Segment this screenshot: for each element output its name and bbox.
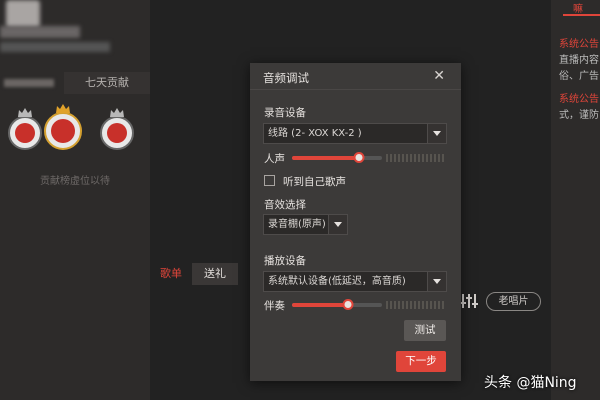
left-panel: 七天贡献 贡献榜虚位以待 <box>0 0 150 400</box>
system-notice-1-line1: 直播内容 <box>559 55 599 66</box>
monitor-checkbox[interactable] <box>264 175 275 186</box>
voice-label: 人声 <box>264 153 285 165</box>
accompaniment-slider[interactable] <box>292 299 382 311</box>
playback-device-select[interactable]: 系统默认设备(低延迟，高音质) <box>263 271 447 292</box>
right-panel-tab[interactable]: 嘛 <box>563 0 600 16</box>
accompaniment-level-meter <box>386 301 446 309</box>
rank-3-seat-icon <box>107 123 127 143</box>
next-step-button[interactable]: 下一步 <box>396 351 446 372</box>
system-notice-1-line2: 俗、广告 <box>559 71 599 82</box>
silver-crown-icon <box>18 108 32 117</box>
blurred-username <box>0 26 80 38</box>
chevron-down-icon <box>427 272 446 291</box>
dialog-title: 音频调试 <box>263 71 309 85</box>
rank-2-seat[interactable] <box>8 108 42 150</box>
rank-3-seat[interactable] <box>100 108 134 150</box>
blurred-tab-label <box>4 79 54 87</box>
app-root: 七天贡献 贡献榜虚位以待 歌单 送礼 嘛 系统公告 直播内容 俗、广告 系统公告… <box>0 0 600 400</box>
blurred-avatar <box>6 0 40 28</box>
gold-crown-icon <box>56 104 70 113</box>
playback-device-value: 系统默认设备(低延迟，高音质) <box>268 276 406 287</box>
bronze-crown-icon <box>110 108 124 117</box>
playback-device-label: 播放设备 <box>264 255 306 267</box>
dialog-header: 音频调试 ✕ <box>250 63 461 90</box>
rank-empty-text: 贡献榜虚位以待 <box>40 176 110 187</box>
voice-level-meter <box>386 154 446 162</box>
effect-value: 录音棚(原声) <box>268 219 326 230</box>
right-panel: 嘛 系统公告 直播内容 俗、广告 系统公告 式，谨防 <box>551 0 600 400</box>
bottom-tabs: 歌单 送礼 <box>150 263 238 285</box>
voice-slider-fill <box>292 156 359 160</box>
accompaniment-slider-thumb[interactable] <box>342 299 354 310</box>
tab-7day-contribution[interactable]: 七天贡献 <box>64 72 150 94</box>
accompaniment-label: 伴奏 <box>264 300 285 312</box>
tab-send-gift[interactable]: 送礼 <box>192 263 238 285</box>
recording-device-select[interactable]: 线路 (2- XOX KX-2 ) <box>263 123 447 144</box>
chevron-down-icon <box>328 215 347 234</box>
recording-device-value: 线路 (2- XOX KX-2 ) <box>268 128 362 139</box>
watermark: 头条 @猫Ning <box>484 375 577 391</box>
blurred-info <box>0 42 110 52</box>
system-notice-1-title: 系统公告 <box>559 39 599 50</box>
audio-debug-dialog: 音频调试 ✕ 录音设备 线路 (2- XOX KX-2 ) 人声 听到自己歌声 … <box>250 63 461 381</box>
chevron-down-icon <box>427 124 446 143</box>
monitor-checkbox-label: 听到自己歌声 <box>283 176 346 188</box>
contribution-tabs: 七天贡献 <box>0 72 150 94</box>
voice-slider-thumb[interactable] <box>353 152 365 163</box>
contribution-ranks <box>0 104 150 164</box>
accompaniment-slider-fill <box>292 303 348 307</box>
tab-song-list[interactable]: 歌单 <box>150 263 192 285</box>
test-button[interactable]: 测试 <box>404 320 446 341</box>
effect-label: 音效选择 <box>264 199 306 211</box>
rank-2-seat-icon <box>15 123 35 143</box>
tab-daily-contribution[interactable] <box>0 72 64 94</box>
system-notice-2-title: 系统公告 <box>559 94 599 105</box>
rank-1-seat-icon <box>51 119 75 143</box>
recording-device-label: 录音设备 <box>264 107 306 119</box>
rank-1-seat[interactable] <box>44 104 82 150</box>
old-record-button[interactable]: 老唱片 <box>486 292 541 311</box>
close-icon[interactable]: ✕ <box>433 68 445 84</box>
effect-select[interactable]: 录音棚(原声) <box>263 214 348 235</box>
equalizer-icon[interactable] <box>460 293 478 309</box>
voice-slider[interactable] <box>292 152 382 164</box>
system-notice-2-line1: 式，谨防 <box>559 110 599 121</box>
